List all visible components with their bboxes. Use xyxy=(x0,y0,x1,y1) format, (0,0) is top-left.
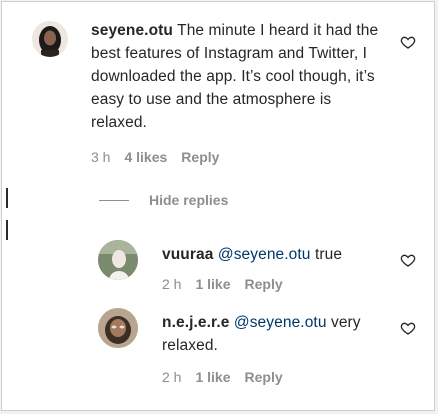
reply-button[interactable]: Reply xyxy=(245,369,283,385)
comment-meta: 3 h 4 likes Reply xyxy=(91,149,219,165)
reply-button[interactable]: Reply xyxy=(181,149,219,165)
reply-meta: 2 h 1 like Reply xyxy=(162,369,283,385)
comment-time: 3 h xyxy=(91,149,111,165)
avatar[interactable] xyxy=(32,21,68,57)
reply-body: n.e.j.e.r.e @seyene.otu very relaxed. xyxy=(162,311,377,357)
avatar-image xyxy=(98,240,138,280)
hide-replies-toggle[interactable]: Hide replies xyxy=(99,192,228,208)
comments-panel: seyene.otu The minute I heard it had the… xyxy=(1,1,435,411)
like-icon[interactable] xyxy=(400,252,416,268)
reply-likes[interactable]: 1 like xyxy=(195,369,230,385)
like-icon[interactable] xyxy=(400,320,416,336)
reply-username[interactable]: n.e.j.e.r.e xyxy=(162,314,229,331)
avatar-image xyxy=(32,21,68,57)
mention-link[interactable]: @seyene.otu xyxy=(234,314,327,331)
reply-username[interactable]: vuuraa xyxy=(162,246,213,263)
edge-indicator xyxy=(6,188,8,208)
reply-button[interactable]: Reply xyxy=(245,276,283,292)
avatar-image xyxy=(98,308,138,348)
divider-line xyxy=(99,199,129,201)
reply-time: 2 h xyxy=(162,369,182,385)
comment-username[interactable]: seyene.otu xyxy=(91,22,173,39)
reply-avatar[interactable] xyxy=(98,240,138,280)
reply-meta: 2 h 1 like Reply xyxy=(162,276,283,292)
reply-body: vuuraa @seyene.otu true xyxy=(162,243,377,266)
comment-likes[interactable]: 4 likes xyxy=(124,149,167,165)
mention-link[interactable]: @seyene.otu xyxy=(218,246,311,263)
reply-avatar[interactable] xyxy=(98,308,138,348)
edge-indicator xyxy=(6,220,8,240)
comment-body: seyene.otu The minute I heard it had the… xyxy=(91,19,381,134)
hide-replies-label[interactable]: Hide replies xyxy=(149,192,228,208)
reply-text: true xyxy=(314,246,343,263)
reply-likes[interactable]: 1 like xyxy=(195,276,230,292)
reply-time: 2 h xyxy=(162,276,182,292)
like-icon[interactable] xyxy=(400,34,416,50)
